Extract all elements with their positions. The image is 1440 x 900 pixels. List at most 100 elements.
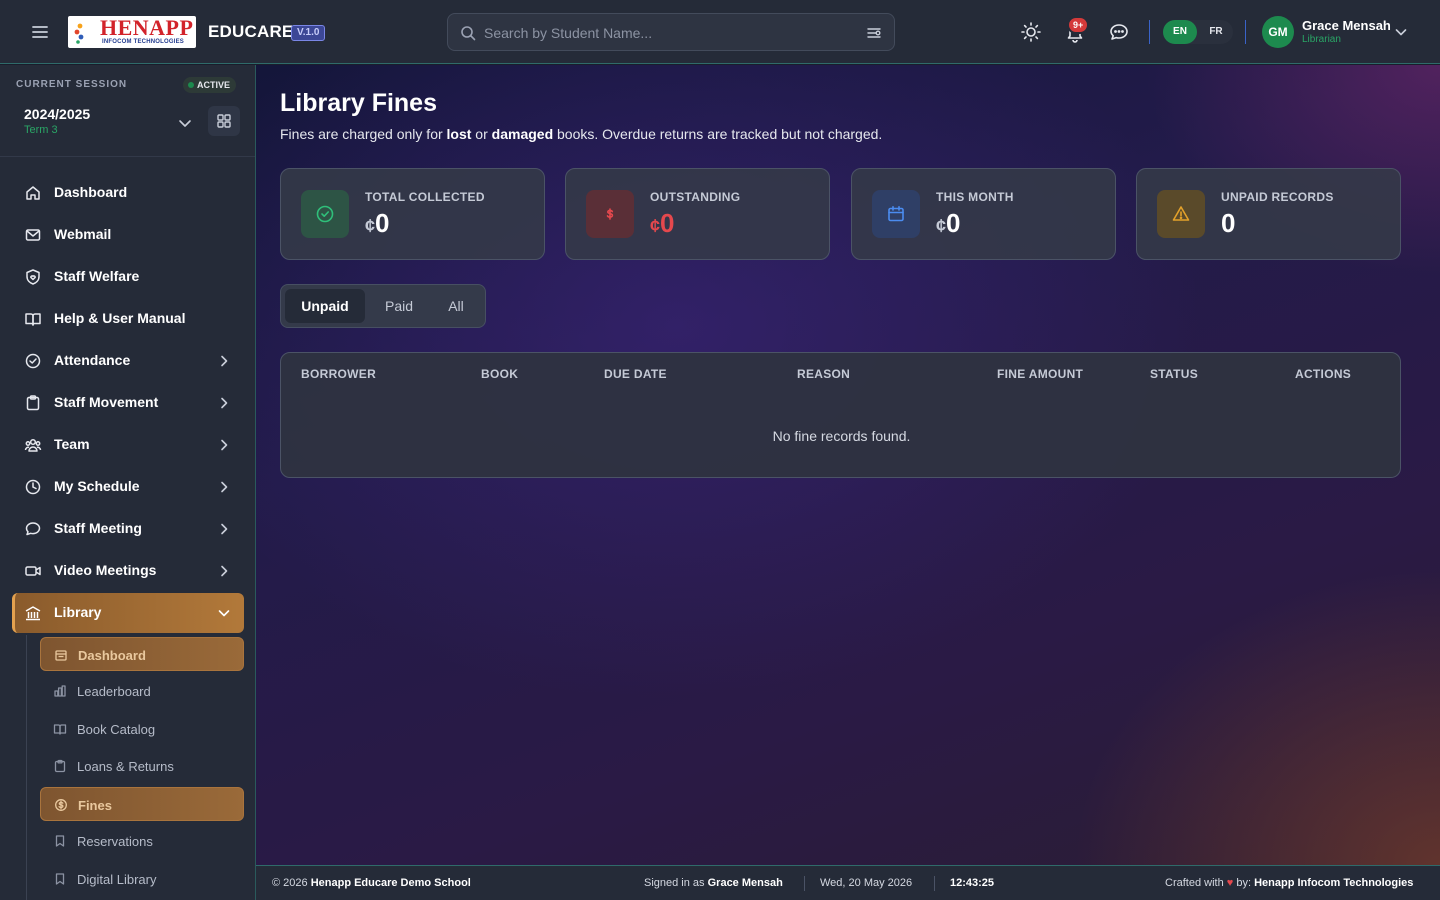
stat-icon-box: [872, 190, 920, 238]
sidebar-item-help[interactable]: Help & User Manual: [12, 299, 244, 339]
user-menu-chevron-down-icon[interactable]: [1393, 24, 1409, 40]
search-input[interactable]: [484, 22, 854, 44]
fine-status-tabs: Unpaid Paid All: [280, 284, 486, 328]
column-header-reason[interactable]: REASON: [797, 367, 850, 381]
copyright-year: © 2026: [272, 877, 308, 889]
sidebar-item-staff-welfare[interactable]: Staff Welfare: [12, 257, 244, 297]
theme-toggle-sun-icon[interactable]: [1020, 21, 1042, 43]
session-term: Term 3: [24, 124, 58, 136]
footer-date: Wed, 20 May 2026: [820, 877, 913, 889]
sidebar-item-library[interactable]: Library: [12, 593, 244, 633]
logo-mark-icon: [72, 22, 94, 44]
sidebar-item-label: Attendance: [54, 352, 131, 368]
stat-value: ¢0: [650, 207, 674, 242]
footer-credits: Crafted with ♥ by: Henapp Infocom Techno…: [1165, 877, 1413, 889]
sidebar-item-my-schedule[interactable]: My Schedule: [12, 467, 244, 507]
sidebar-subitem-book-catalog[interactable]: Book Catalog: [40, 712, 244, 746]
header-divider: [1149, 20, 1150, 44]
column-header-status[interactable]: STATUS: [1150, 367, 1198, 381]
grid-icon: [217, 114, 231, 128]
sidebar-item-label: Dashboard: [54, 184, 128, 200]
stat-icon-box: [301, 190, 349, 238]
sidebar-item-team[interactable]: Team: [12, 425, 244, 465]
footer-school-name: Henapp Educare Demo School: [310, 877, 471, 889]
tab-unpaid[interactable]: Unpaid: [285, 289, 365, 323]
shield-heart-icon: [24, 268, 42, 286]
top-bar: HENAPP INFOCOM TECHNOLOGIES EDUCARE V.1.…: [0, 0, 1440, 64]
stat-card-outstanding: OUTSTANDING ¢0: [565, 168, 830, 260]
column-header-borrower[interactable]: BORROWER: [301, 367, 376, 381]
currency-symbol: ¢: [365, 216, 376, 236]
sidebar-item-label: Team: [54, 436, 90, 452]
session-select-chevron-down-icon[interactable]: [176, 114, 194, 132]
bookmark-icon: [53, 872, 67, 886]
tab-all[interactable]: All: [431, 289, 481, 323]
signed-in-prefix: Signed in as: [644, 877, 705, 889]
sidebar-item-label: Staff Movement: [54, 394, 159, 410]
stat-label: UNPAID RECORDS: [1221, 190, 1334, 204]
sidebar-subitem-label: Digital Library: [77, 872, 157, 887]
stat-amount: 0: [946, 208, 961, 238]
sidebar-subitem-fines[interactable]: Fines: [40, 787, 244, 821]
user-name[interactable]: Grace Mensah: [1302, 18, 1391, 33]
sidebar-subitem-label: Reservations: [77, 834, 153, 849]
sidebar-subitem-label: Fines: [78, 798, 112, 813]
crafted-prefix: Crafted with: [1165, 877, 1224, 889]
sidebar-subitem-loans-returns[interactable]: Loans & Returns: [40, 749, 244, 783]
language-en-button[interactable]: EN: [1163, 20, 1197, 44]
main-content: Library Fines Fines are charged only for…: [256, 65, 1440, 865]
chevron-right-icon: [216, 521, 232, 537]
footer-company-name[interactable]: Henapp Infocom Technologies: [1254, 877, 1413, 889]
clipboard-icon: [53, 759, 67, 773]
student-search-box[interactable]: [447, 13, 895, 51]
language-fr-button[interactable]: FR: [1199, 20, 1233, 44]
mail-icon: [24, 226, 42, 244]
sidebar-subitem-library-dashboard[interactable]: Dashboard: [40, 637, 244, 671]
currency-symbol: ¢: [650, 216, 661, 236]
column-header-book[interactable]: BOOK: [481, 367, 518, 381]
sidebar-subitem-reservations[interactable]: Reservations: [40, 824, 244, 858]
user-role: Librarian: [1302, 34, 1341, 45]
sidebar-item-label: Webmail: [54, 226, 112, 242]
sidebar-item-attendance[interactable]: Attendance: [12, 341, 244, 381]
tab-paid[interactable]: Paid: [369, 289, 429, 323]
sidebar-subitem-digital-library[interactable]: Digital Library: [40, 862, 244, 896]
sidebar-item-webmail[interactable]: Webmail: [12, 215, 244, 255]
sidebar-subitem-label: Book Catalog: [77, 722, 156, 737]
session-year[interactable]: 2024/2025: [24, 106, 90, 122]
footer: © 2026 Henapp Educare Demo School Signed…: [256, 865, 1440, 900]
check-circle-icon: [24, 352, 42, 370]
sidebar-subitem-leaderboard[interactable]: Leaderboard: [40, 674, 244, 708]
sidebar-item-staff-movement[interactable]: Staff Movement: [12, 383, 244, 423]
warning-icon: [1172, 206, 1190, 221]
subtitle-text: or: [471, 126, 492, 142]
check-circle-icon: [316, 205, 334, 223]
stat-amount: 0: [375, 208, 390, 238]
coin-icon: [54, 798, 68, 812]
app-name: EDUCARE: [208, 22, 294, 41]
book-open-icon: [24, 310, 42, 328]
version-badge: V.1.0: [291, 25, 326, 41]
henapp-logo[interactable]: HENAPP INFOCOM TECHNOLOGIES: [68, 16, 196, 48]
sidebar-item-dashboard[interactable]: Dashboard: [12, 173, 244, 213]
stat-icon-box: [586, 190, 634, 238]
menu-toggle-icon[interactable]: [28, 20, 52, 44]
library-icon: [24, 604, 42, 622]
page-subtitle: Fines are charged only for lost or damag…: [280, 126, 882, 142]
bookmark-icon: [53, 834, 67, 848]
column-header-due-date[interactable]: DUE DATE: [604, 367, 667, 381]
apps-grid-button[interactable]: [208, 106, 240, 136]
column-header-fine-amount[interactable]: FINE AMOUNT: [997, 367, 1083, 381]
user-avatar[interactable]: GM: [1262, 16, 1294, 48]
crafted-by: by:: [1236, 877, 1252, 889]
dashboard-icon: [54, 648, 68, 662]
search-filter-icon[interactable]: [866, 25, 882, 41]
session-panel: CURRENT SESSION ACTIVE 2024/2025 Term 3: [0, 65, 255, 157]
sidebar-item-staff-meeting[interactable]: Staff Meeting: [12, 509, 244, 549]
subtitle-text: Fines are charged only for: [280, 126, 447, 142]
sidebar-item-video-meetings[interactable]: Video Meetings: [12, 551, 244, 591]
sidebar-item-label: Staff Welfare: [54, 268, 140, 284]
stat-card-this-month: THIS MONTH ¢0: [851, 168, 1116, 260]
chat-icon[interactable]: [1108, 21, 1130, 43]
sidebar: CURRENT SESSION ACTIVE 2024/2025 Term 3 …: [0, 65, 256, 900]
